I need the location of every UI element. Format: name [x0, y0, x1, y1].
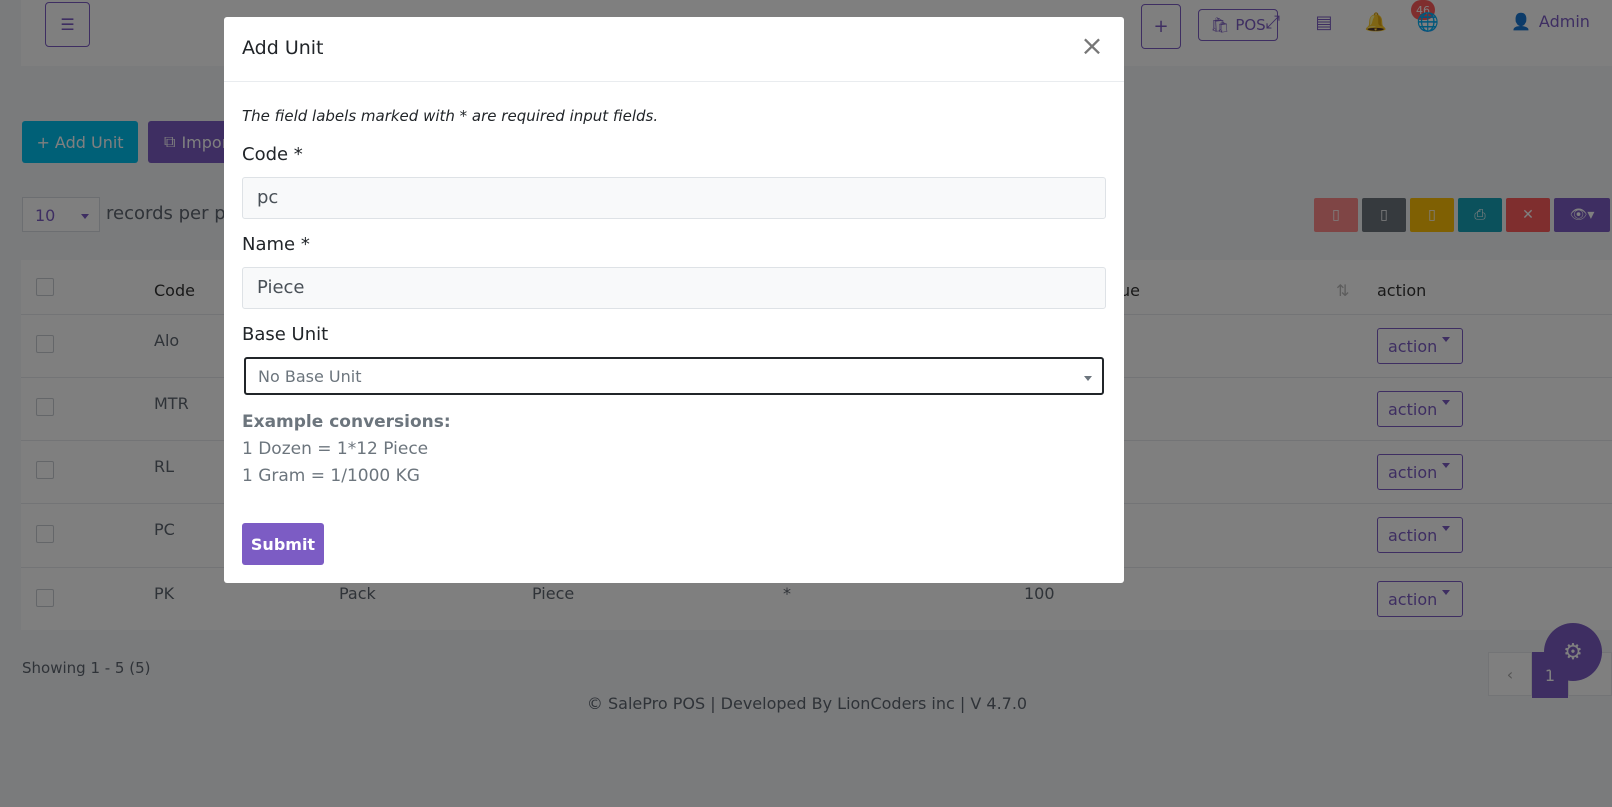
add-unit-modal: Add Unit × The field labels marked with … — [224, 17, 1124, 583]
code-label: Code * — [242, 144, 303, 165]
base-unit-select[interactable]: No Base Unit — [244, 357, 1104, 395]
example-conversion-line: 1 Dozen = 1*12 Piece — [242, 439, 429, 459]
example-conversions-title: Example conversions: — [242, 412, 451, 432]
example-conversion-line: 1 Gram = 1/1000 KG — [242, 466, 420, 486]
name-label: Name * — [242, 234, 310, 255]
submit-button[interactable]: Submit — [242, 523, 324, 565]
base-unit-label: Base Unit — [242, 324, 329, 345]
modal-title: Add Unit — [242, 37, 324, 59]
modal-header: Add Unit × — [224, 17, 1124, 82]
code-input[interactable]: pc — [242, 177, 1106, 219]
required-fields-note: The field labels marked with * are requi… — [242, 107, 659, 125]
name-input[interactable]: Piece — [242, 267, 1106, 309]
close-icon[interactable]: × — [1080, 32, 1104, 60]
